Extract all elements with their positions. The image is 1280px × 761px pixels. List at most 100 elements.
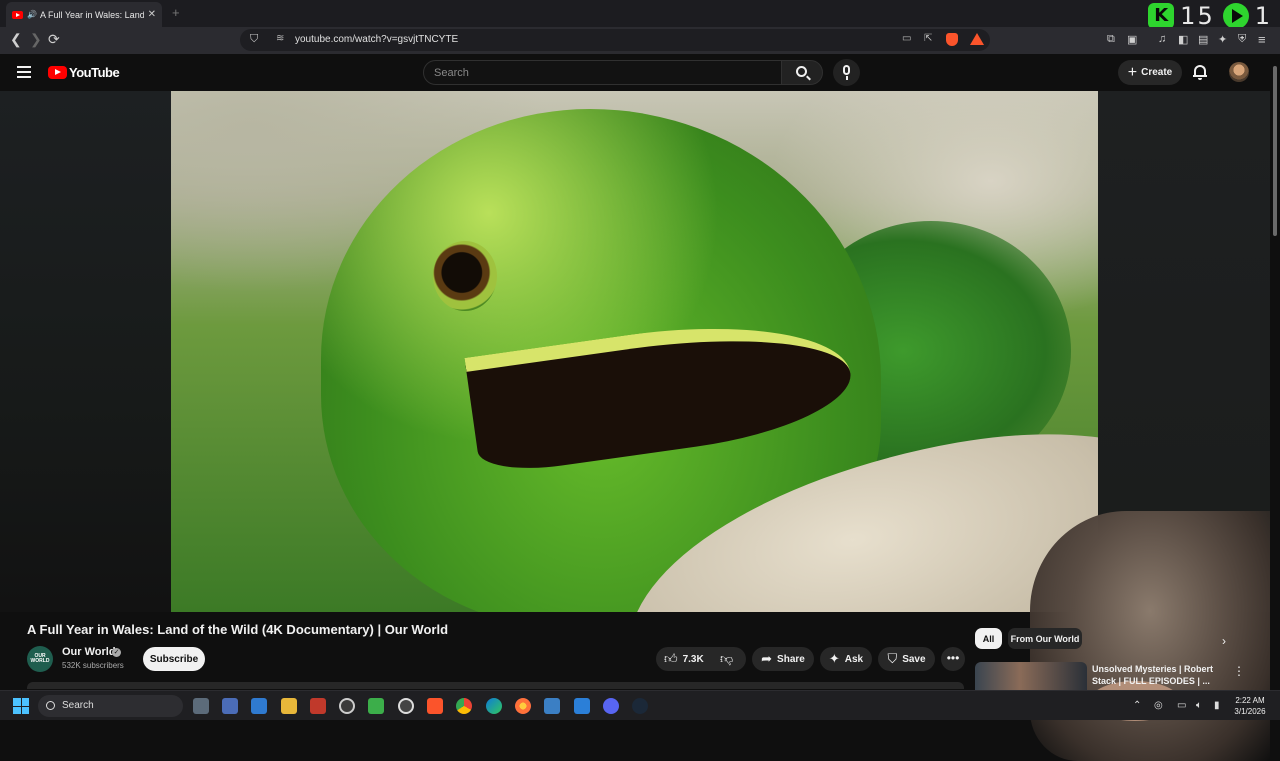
ask-button[interactable]: ✦ Ask [820, 647, 872, 671]
network-icon[interactable]: ▭ [1177, 700, 1186, 711]
tray-date: 3/1/2026 [1234, 707, 1266, 716]
lizard-eye [433, 241, 497, 311]
recommendation-menu-icon[interactable]: ⋮ [1233, 664, 1245, 678]
tray-app-icon[interactable]: ◎ [1154, 700, 1163, 711]
voice-search-button[interactable] [833, 59, 860, 86]
site-info-icon[interactable]: ≋ [276, 33, 284, 44]
search-button[interactable] [781, 60, 823, 85]
play-count: 1 [1254, 1, 1272, 30]
edge-icon[interactable] [486, 698, 502, 714]
chevron-right-icon[interactable]: › [1222, 634, 1226, 648]
url-text[interactable]: youtube.com/watch?v=gsvjtTNCYTE [295, 34, 458, 45]
thumbs-up-icon[interactable]: 👍︎ [664, 651, 678, 667]
create-button[interactable]: + Create [1118, 60, 1182, 85]
youtube-logo[interactable]: YouTube [48, 65, 120, 80]
share-button[interactable]: ➦ Share [752, 647, 814, 671]
tray-time: 2:22 AM [1235, 696, 1265, 705]
save-button[interactable]: ⛉ Save [878, 647, 935, 671]
notifications-bell-icon[interactable] [1193, 64, 1207, 80]
bookmark-icon[interactable]: ⛉ [250, 33, 258, 46]
play-logo-icon [1222, 2, 1249, 29]
app-icon[interactable] [544, 698, 560, 714]
recommendation-title[interactable]: Unsolved Mysteries | Robert Stack | FULL… [1092, 663, 1222, 687]
tray-overflow-icon[interactable]: ⌃ [1133, 700, 1141, 711]
search-icon [46, 701, 55, 710]
share-label: Share [777, 653, 805, 665]
sparkle-icon: ✦ [828, 651, 840, 666]
reload-icon[interactable]: ⟳ [48, 31, 60, 48]
tab-title: A Full Year in Wales: Land of the Wild (… [39, 9, 144, 20]
recommendation-thumbnail[interactable] [975, 662, 1087, 690]
video-frame[interactable] [171, 91, 1098, 612]
firefox-icon[interactable] [515, 698, 531, 714]
chip-all[interactable]: All [975, 628, 1002, 649]
microphone-icon [843, 65, 850, 75]
discord-icon[interactable] [603, 698, 619, 714]
description-box[interactable] [27, 682, 964, 689]
channel-avatar[interactable]: OUR WORLD [27, 646, 53, 672]
account-avatar[interactable] [1229, 62, 1249, 82]
brave-rewards-icon[interactable] [970, 33, 984, 45]
speaker-icon[interactable]: 🔊 [27, 10, 37, 19]
extensions-icon[interactable]: ⧉ [1107, 33, 1115, 46]
video-editor-icon[interactable] [310, 698, 326, 714]
chip-from-our-world[interactable]: From Our World [1008, 628, 1082, 649]
teams-icon[interactable] [222, 698, 238, 714]
video-player-container[interactable] [0, 91, 1280, 761]
thumbs-down-icon[interactable]: 👎︎ [720, 651, 733, 667]
save-label: Save [902, 653, 926, 665]
obs-icon[interactable] [398, 698, 414, 714]
verified-badge-icon: ✓ [112, 648, 121, 657]
vpn-icon[interactable]: ⛨ [1238, 33, 1246, 46]
tab-close-icon[interactable]: ✕ [148, 9, 156, 20]
vscode-icon[interactable] [574, 698, 590, 714]
new-tab-button[interactable]: + [172, 5, 180, 20]
windows-taskbar: Search ⌃ ◎ ▭ 🔈︎ ▮ 2:22 AM 3/1/2026 [0, 690, 1280, 720]
share-icon: ➦ [761, 651, 773, 666]
more-actions-icon[interactable]: ••• [941, 647, 965, 671]
wallet-icon-2[interactable]: ▤ [1198, 33, 1208, 46]
back-icon[interactable]: ❮ [10, 31, 22, 48]
youtube-play-icon [48, 66, 67, 79]
youtube-favicon-icon [12, 10, 23, 19]
menu-icon[interactable]: ≡ [1258, 32, 1266, 47]
shield-app-icon[interactable] [368, 698, 384, 714]
file-explorer-icon[interactable] [281, 698, 297, 714]
youtube-logo-text: YouTube [69, 65, 120, 80]
clock-app-icon[interactable] [339, 698, 355, 714]
windows-start-icon[interactable] [13, 698, 29, 714]
remote-desktop-icon[interactable] [251, 698, 267, 714]
create-label: Create [1141, 67, 1173, 78]
browser-tab-active[interactable]: 🔊 A Full Year in Wales: Land of the Wild… [6, 2, 162, 27]
subscribe-button[interactable]: Subscribe [143, 647, 205, 671]
bookmark-save-icon: ⛉ [887, 651, 898, 666]
chrome-icon[interactable] [456, 698, 472, 714]
like-dislike-group: 👍︎ 7.3K 👎︎ [656, 647, 746, 671]
volume-icon[interactable]: 🔈︎ [1196, 700, 1202, 711]
leo-ai-icon[interactable]: ✦ [1218, 33, 1227, 46]
kick-count: 15 [1180, 1, 1215, 30]
channel-name[interactable]: Our World [62, 646, 116, 658]
wallet-icon[interactable]: ▣ [1127, 33, 1137, 46]
guide-menu-icon[interactable] [17, 66, 31, 78]
media-icon[interactable]: ♫ [1158, 33, 1166, 45]
steam-icon[interactable] [632, 698, 648, 714]
cast-icon[interactable]: ▭ [902, 33, 911, 44]
share-page-icon[interactable]: ⇱ [924, 33, 932, 44]
taskbar-search[interactable]: Search [38, 695, 183, 717]
forward-icon[interactable]: ❯ [30, 31, 42, 48]
browser-tab-strip: 🔊 A Full Year in Wales: Land of the Wild… [0, 0, 1280, 30]
tray-clock[interactable]: 2:22 AM 3/1/2026 [1228, 695, 1272, 717]
brave-browser-icon[interactable] [427, 698, 443, 714]
youtube-masthead: YouTube Search + Create [0, 54, 1280, 91]
sidebar-toggle-icon[interactable]: ◧ [1178, 33, 1188, 46]
page-scrollbar[interactable] [1270, 54, 1280, 690]
video-title: A Full Year in Wales: Land of the Wild (… [27, 622, 449, 637]
task-view-icon[interactable] [193, 698, 209, 714]
address-bar[interactable]: ⛉ ≋ youtube.com/watch?v=gsvjtTNCYTE ▭ ⇱ [240, 29, 990, 51]
browser-toolbar: ❮ ❯ ⟳ ⛉ ≋ youtube.com/watch?v=gsvjtTNCYT… [0, 27, 1280, 54]
battery-icon[interactable]: ▮ [1214, 700, 1220, 711]
like-count[interactable]: 7.3K [683, 654, 704, 665]
search-input[interactable]: Search [423, 60, 782, 85]
brave-shields-icon[interactable] [946, 33, 958, 46]
